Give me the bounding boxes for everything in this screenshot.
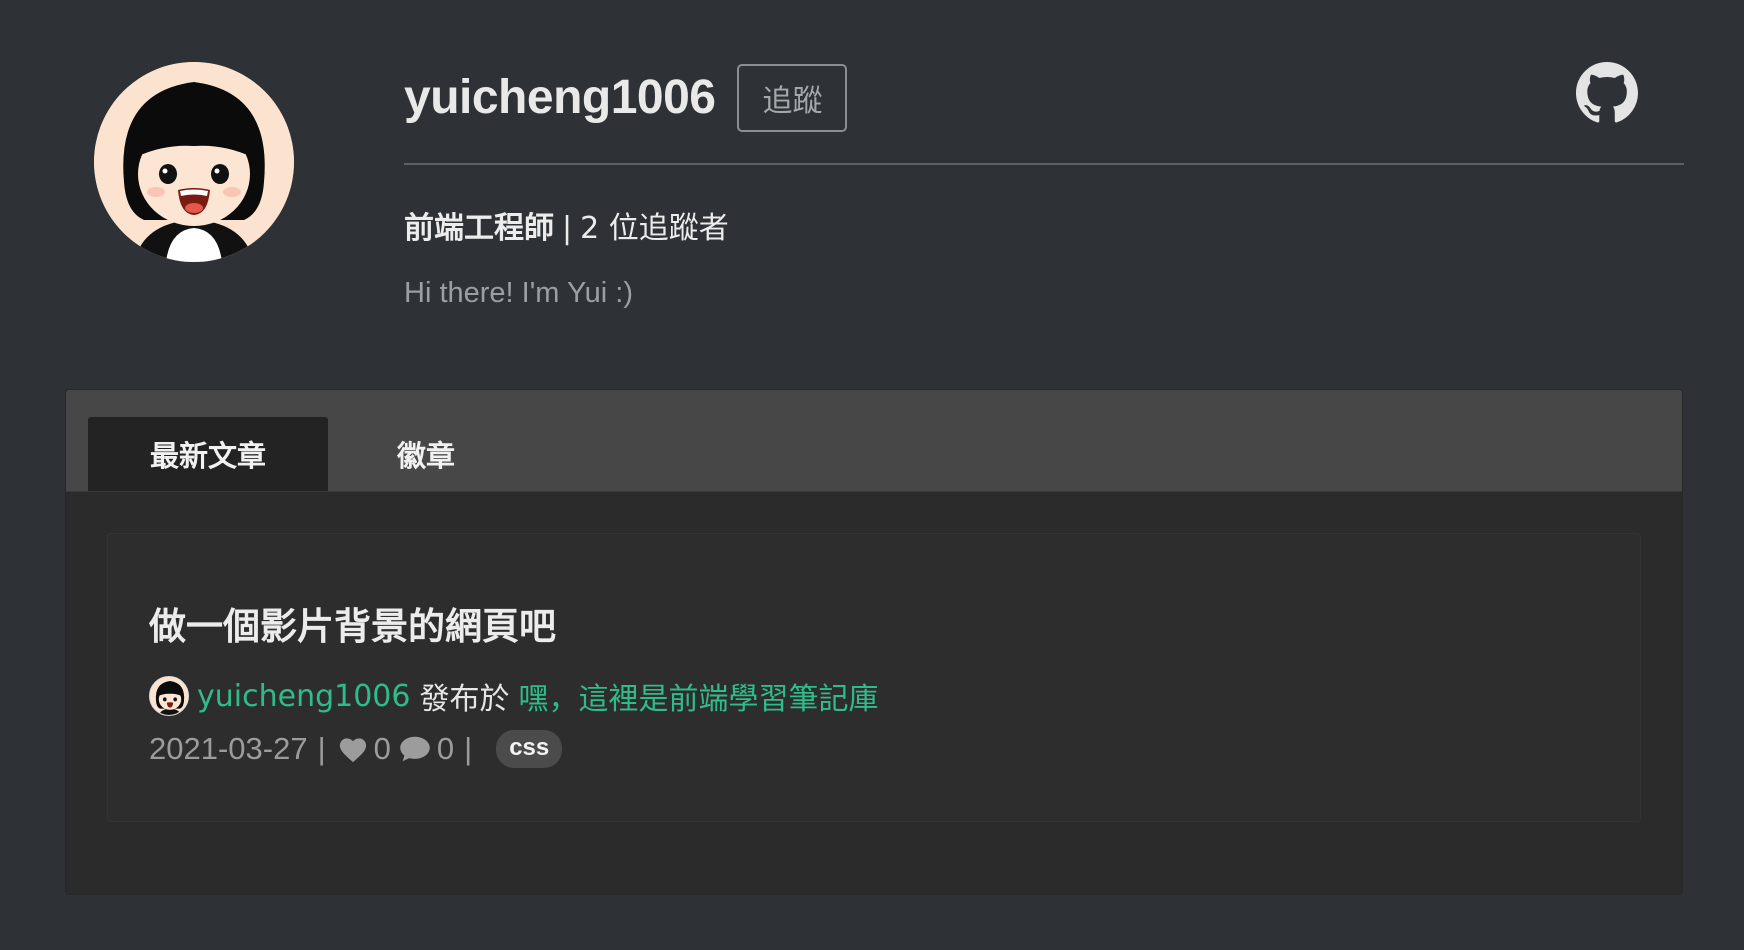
name-row: yuicheng1006 追蹤 (404, 62, 1684, 134)
post-title[interactable]: 做一個影片背景的網頁吧 (149, 596, 556, 650)
likes-count: 0 (373, 731, 391, 766)
post-card: 做一個影片背景的網頁吧 yuicheng1006 發布於 嘿，這裡是前端學習筆記… (107, 533, 1641, 822)
comments-count: 0 (436, 731, 455, 766)
tab-latest-posts[interactable]: 最新文章 (88, 417, 328, 491)
published-in-label: 發布於 (419, 682, 510, 717)
publication-link[interactable]: 嘿，這裡是前端學習筆記庫 (518, 674, 878, 718)
heart-icon[interactable] (338, 735, 368, 763)
avatar-illustration (94, 62, 294, 262)
profile-username: yuicheng1006 (404, 71, 716, 124)
profile-info: yuicheng1006 追蹤 前端工程師 | 2 位追蹤者 Hi there! I… (404, 62, 1684, 310)
content-panel: 最新文章 徽章 做一個影片背景的網頁吧 yuicheng1006 發布於 嘿，這… (65, 389, 1683, 895)
author-avatar-illustration (150, 677, 188, 715)
post-tag[interactable]: css (496, 730, 563, 768)
follow-button[interactable]: 追蹤 (737, 64, 848, 132)
post-author-line: yuicheng1006 發布於 嘿，這裡是前端學習筆記庫 (149, 674, 878, 718)
stats-separator-2: | (464, 731, 473, 766)
comment-icon[interactable] (399, 735, 431, 763)
followers-count[interactable]: 2 位追蹤者 (580, 211, 729, 246)
post-date: 2021-03-27 (149, 731, 308, 766)
stats-separator: | (317, 731, 326, 766)
profile-avatar (94, 62, 294, 262)
author-avatar[interactable] (149, 676, 189, 716)
meta-separator: | (562, 211, 573, 246)
profile-meta: 前端工程師 | 2 位追蹤者 (404, 203, 1684, 247)
github-icon[interactable] (1576, 62, 1638, 124)
post-author-link[interactable]: yuicheng1006 (197, 679, 410, 714)
tab-badges[interactable]: 徽章 (356, 417, 496, 491)
post-stats: 2021-03-27 | 0 0 | css (149, 730, 563, 768)
profile-page: yuicheng1006 追蹤 前端工程師 | 2 位追蹤者 Hi there! I… (0, 0, 1744, 950)
header-divider (404, 163, 1684, 165)
tab-bar: 最新文章 徽章 (66, 390, 1682, 492)
profile-bio: Hi there! I'm Yui :) (404, 277, 634, 309)
profile-job-title: 前端工程師 (404, 211, 554, 246)
